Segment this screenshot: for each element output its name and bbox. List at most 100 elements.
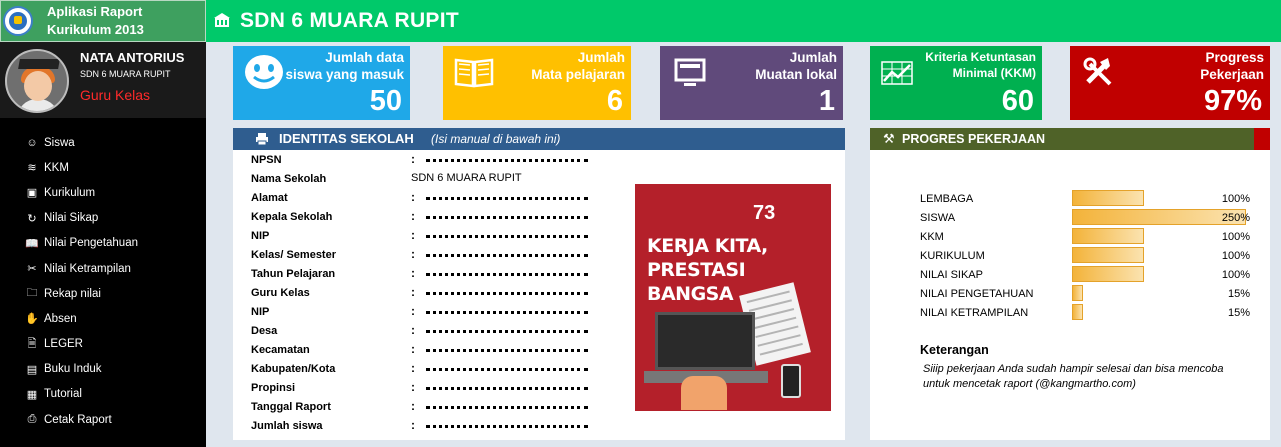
sidebar-item-absen[interactable]: ✋ Absen [0, 306, 206, 331]
progres-bar [1072, 190, 1144, 206]
identitas-colon: : [411, 323, 415, 337]
identitas-row: Kecamatan: [251, 342, 651, 361]
progres-percent: 15% [1227, 288, 1250, 300]
identitas-colon: : [411, 380, 415, 394]
sidebar-item-leger[interactable]: 🗎 LEGER [0, 332, 206, 357]
sidebar-item-cetak-raport[interactable]: ⎙ Cetak Raport [0, 407, 206, 432]
identitas-title: IDENTITAS SEKOLAH [279, 131, 414, 146]
sidebar-item-buku-induk[interactable]: ▤ Buku Induk [0, 357, 206, 382]
sidebar-item-label: Rekap nilai [44, 287, 101, 300]
identitas-input-blank[interactable] [426, 272, 588, 276]
identitas-colon: : [411, 418, 415, 432]
user-school: SDN 6 MUARA RUPIT [80, 69, 171, 79]
identitas-input-blank[interactable] [426, 234, 588, 238]
progres-row: NILAI PENGETAHUAN 15% [920, 284, 1260, 303]
identitas-input-blank[interactable] [426, 196, 588, 200]
identitas-label: Jumlah siswa [251, 420, 323, 432]
tools-icon [1083, 57, 1112, 86]
refresh-icon: ↻ [27, 212, 37, 225]
card-kkm: Kriteria Ketuntasan Minimal (KKM) 60 [870, 46, 1042, 120]
identitas-input-blank[interactable] [426, 424, 588, 428]
sidebar-item-label: LEGER [44, 338, 83, 351]
monitor-icon: ▣ [26, 187, 38, 200]
card-value: 97% [1203, 85, 1262, 117]
progres-label: LEMBAGA [920, 193, 974, 205]
card-label: Jumlah Muatan lokal [755, 50, 837, 82]
app-title-block: Aplikasi Raport Kurikulum 2013 [0, 0, 206, 42]
sidebar-item-rekap-nilai[interactable]: 🗀 Rekap nilai [0, 281, 206, 306]
identitas-label: Kecamatan [251, 344, 310, 356]
poster-logo: 73 [753, 202, 776, 224]
progres-row: KKM 100% [920, 227, 1260, 246]
identitas-input-blank[interactable] [426, 405, 588, 409]
card-label: Progress Pekerjaan [1200, 50, 1264, 82]
sidebar-item-label: Cetak Raport [44, 413, 112, 426]
progres-percent: 250% [1221, 212, 1250, 224]
sidebar-item-label: Kurikulum [44, 186, 96, 199]
sidebar-item-tutorial[interactable]: ▦ Tutorial [0, 382, 206, 407]
tut-wuri-logo-icon [3, 6, 33, 36]
identitas-input-blank[interactable] [426, 215, 588, 219]
progres-bar-track [1072, 304, 1246, 320]
identitas-label: Propinsi [251, 382, 296, 394]
identitas-label: NPSN [251, 154, 282, 166]
card-muatan-lokal: Jumlah Muatan lokal 1 [660, 46, 843, 120]
file-icon: ▤ [26, 363, 38, 376]
identitas-input-blank[interactable] [426, 348, 588, 352]
identitas-input-blank[interactable] [426, 253, 588, 257]
app-title-line1: Aplikasi Raport [47, 4, 143, 19]
sidebar-item-label: Tutorial [44, 388, 82, 401]
identitas-input-blank[interactable] [426, 386, 588, 390]
sidebar-item-label: Nilai Sikap [44, 212, 99, 225]
identitas-input-blank[interactable] [426, 158, 588, 162]
progres-percent: 100% [1221, 250, 1250, 262]
wave-icon: ≋ [27, 162, 37, 175]
identitas-input-blank[interactable] [426, 291, 588, 295]
identitas-label: NIP [251, 306, 270, 318]
identitas-label: Nama Sekolah [251, 173, 327, 185]
identitas-row: Desa: [251, 323, 651, 342]
identitas-label: Kelas/ Semester [251, 249, 336, 261]
hand-icon: ✋ [25, 313, 39, 326]
progres-bar [1072, 266, 1144, 282]
smiley-icon: ☺ [26, 136, 38, 149]
sidebar-item-siswa[interactable]: ☺ Siswa [0, 130, 206, 155]
card-value: 1 [818, 85, 835, 117]
sidebar-item-nilai-sikap[interactable]: ↻ Nilai Sikap [0, 206, 206, 231]
smiley-icon [245, 55, 283, 89]
progres-bar-track [1072, 209, 1246, 225]
progres-percent: 100% [1221, 269, 1250, 281]
sidebar-item-label: KKM [44, 161, 69, 174]
card-value: 60 [1001, 85, 1034, 117]
app-title: Aplikasi Raport Kurikulum 2013 [47, 3, 144, 39]
identitas-colon: : [411, 266, 415, 280]
identitas-row: Nama Sekolah SDN 6 MUARA RUPIT [251, 171, 651, 190]
sidebar-item-kkm[interactable]: ≋ KKM [0, 155, 206, 180]
identitas-input-blank[interactable] [426, 310, 588, 314]
printer-icon [256, 133, 268, 146]
identitas-input-blank[interactable] [426, 329, 588, 333]
tools-icon: ⚒ [883, 131, 895, 146]
card-value: 50 [369, 85, 402, 117]
progres-label: NILAI SIKAP [920, 269, 983, 281]
identitas-colon: : [411, 361, 415, 375]
identitas-row: Kepala Sekolah: [251, 209, 651, 228]
sidebar-item-label: Buku Induk [44, 363, 102, 376]
sidebar-item-kurikulum[interactable]: ▣ Kurikulum [0, 180, 206, 205]
app-title-line2: Kurikulum 2013 [47, 22, 144, 37]
book-icon [454, 58, 494, 88]
header-accent [1254, 128, 1270, 150]
progres-row: NILAI SIKAP 100% [920, 265, 1260, 284]
user-name: NATA ANTORIUS [80, 50, 185, 65]
poster-image: 73 KERJA KITA, PRESTASI BANGSA [635, 184, 831, 411]
card-label: Kriteria Ketuntasan Minimal (KKM) [925, 50, 1036, 80]
card-jumlah-siswa: Jumlah data siswa yang masuk 50 [233, 46, 410, 120]
identitas-input-blank[interactable] [426, 367, 588, 371]
progres-percent: 100% [1221, 231, 1250, 243]
sidebar-item-nilai-ketrampilan[interactable]: ✂ Nilai Ketrampilan [0, 256, 206, 281]
identitas-value[interactable]: SDN 6 MUARA RUPIT [411, 172, 522, 184]
progres-bar [1072, 247, 1144, 263]
progres-row: KURIKULUM 100% [920, 246, 1260, 265]
identitas-colon: : [411, 209, 415, 223]
sidebar-item-nilai-pengetahuan[interactable]: 📖 Nilai Pengetahuan [0, 231, 206, 256]
